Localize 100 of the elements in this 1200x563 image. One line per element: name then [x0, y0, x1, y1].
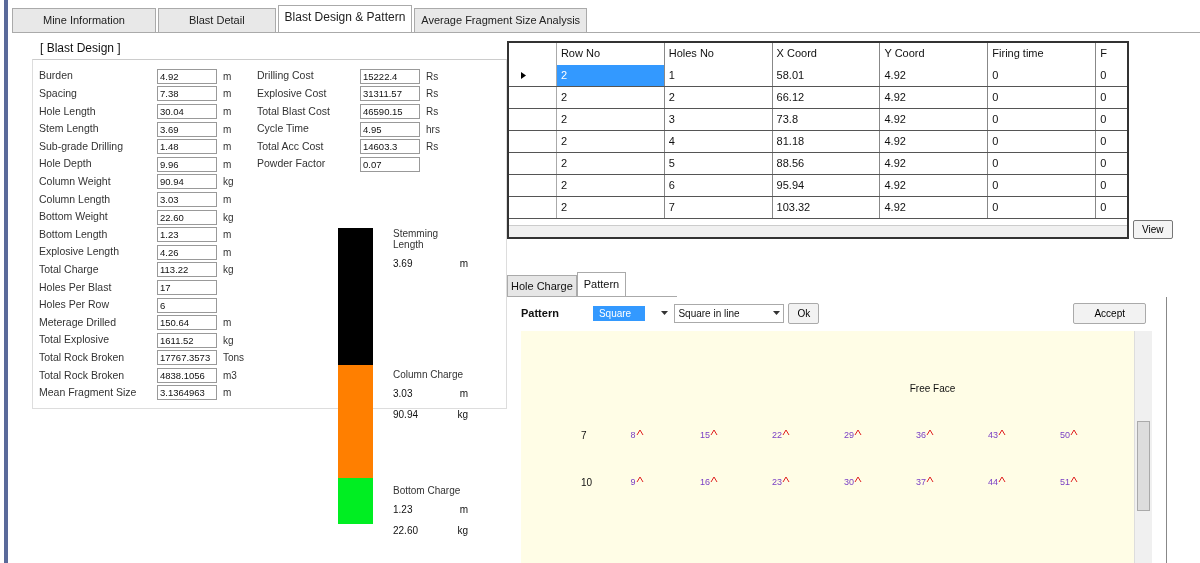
row-label: 7 [580, 429, 588, 443]
input-field[interactable]: 14603.3 [360, 139, 420, 155]
table-cell: 0 [988, 86, 1097, 108]
unit-label: m [222, 228, 233, 243]
column-header[interactable]: X Coord [772, 42, 881, 65]
input-field[interactable]: 4.92 [157, 68, 217, 84]
scrollbar[interactable] [509, 224, 1127, 237]
input-field[interactable]: 3.1364963 [157, 385, 217, 401]
hole-label: 37 [916, 475, 926, 489]
tab[interactable]: Hole Charge [507, 274, 577, 296]
input-field[interactable]: 7.38 [157, 86, 217, 102]
hole-marker-icon [998, 428, 1006, 437]
row-pointer-icon [521, 71, 526, 79]
table-cell: 0 [988, 174, 1097, 196]
column-header[interactable]: Row No [556, 42, 665, 65]
table-cell: 4.92 [880, 196, 989, 218]
unit-label: m [222, 245, 233, 260]
row-label: 10 [580, 476, 594, 490]
field-label: Hole Depth [39, 156, 93, 172]
table-cell: 3 [664, 108, 773, 130]
tab[interactable]: Blast Design & Pattern [277, 5, 413, 32]
input-field[interactable]: 1.23 [157, 227, 217, 243]
input-field[interactable]: 90.94 [157, 174, 217, 190]
scrollbar[interactable] [1134, 331, 1152, 563]
input-field[interactable]: 3.03 [157, 191, 217, 207]
table-cell-text: 0 [1099, 133, 1108, 149]
hole-label: 29 [844, 428, 854, 442]
table-cell: 4.92 [880, 174, 989, 196]
hole-label: 23 [772, 475, 782, 489]
input-field[interactable]: 30.04 [157, 104, 217, 119]
tab[interactable]: Mine Information [12, 8, 156, 32]
column-header[interactable]: Holes No [664, 42, 773, 65]
input-field[interactable]: 3.69 [157, 121, 217, 137]
table-cell: 81.18 [772, 130, 881, 152]
column-header[interactable]: Firing time [988, 42, 1097, 65]
hole-label: 15 [700, 428, 710, 442]
input-field[interactable]: 17767.3573 [157, 350, 217, 366]
scroll-thumb[interactable] [1137, 421, 1150, 511]
table-cell: 5 [664, 152, 773, 174]
hole-marker-icon [926, 475, 934, 484]
input-field[interactable]: 4.26 [157, 244, 217, 260]
field-label: Cycle Time [257, 121, 310, 137]
field-label: Hole Length [39, 103, 97, 119]
unit-label: kg [222, 333, 235, 348]
input-field[interactable]: 4.95 [360, 121, 420, 137]
table-cell: 0 [988, 152, 1097, 174]
column-header[interactable]: F [1096, 42, 1127, 65]
unit-label: kg [222, 175, 235, 190]
column-header[interactable]: Y Coord [880, 42, 989, 65]
hole-label: 36 [916, 428, 926, 442]
input-field[interactable]: 4838.1056 [157, 367, 217, 383]
tab[interactable]: Blast Detail [157, 8, 276, 32]
input-field[interactable]: 6 [157, 297, 217, 313]
unit-label: hrs [425, 122, 441, 137]
table-cell: 2 [556, 152, 665, 174]
ok-button[interactable]: Ok [788, 302, 820, 324]
table-cell-text: 0 [1099, 177, 1108, 193]
hole-label: 51 [1060, 475, 1070, 489]
hole-label: 43 [988, 428, 998, 442]
field-label: Bottom Weight [39, 209, 109, 225]
hole-marker-icon [782, 475, 790, 484]
unit-label: m [222, 386, 233, 401]
unit-label: Rs [425, 140, 440, 155]
dropdown[interactable]: Square in line [674, 303, 785, 323]
tab[interactable]: Average Fragment Size Analysis [414, 8, 588, 32]
tab[interactable]: Pattern [576, 271, 627, 296]
unit-label: Rs [425, 69, 440, 84]
hole-marker-icon [1070, 475, 1078, 484]
table-cell: 2 [556, 86, 665, 108]
table-cell: 0 [988, 130, 1097, 152]
table-cell-text: 0 [1099, 89, 1108, 105]
accept-button[interactable]: Accept [1073, 302, 1146, 324]
input-field[interactable]: 31311.57 [360, 86, 420, 102]
input-field[interactable]: 1611.52 [157, 332, 217, 348]
table-cell: 2 [556, 130, 665, 152]
unit-label: m [459, 502, 468, 517]
unit-label: m [222, 192, 233, 207]
unit-label: Rs [425, 105, 440, 119]
input-field[interactable]: 1.48 [157, 139, 217, 155]
unit-label: kg [222, 263, 235, 278]
input-field[interactable]: 113.22 [157, 262, 217, 278]
input-field[interactable]: 150.64 [157, 315, 217, 331]
table-cell: 0 [988, 196, 1097, 218]
length-value: 3.69 [393, 256, 413, 271]
input-field[interactable]: 0.07 [360, 156, 420, 172]
segment-title: Bottom Charge [393, 484, 462, 496]
view-button[interactable]: View [1133, 219, 1173, 239]
unit-label: m3 [222, 368, 238, 383]
unit-label: Rs [425, 87, 440, 102]
unit-label: m [222, 316, 233, 331]
input-field[interactable]: 9.96 [157, 156, 217, 172]
input-field[interactable]: 17 [157, 279, 217, 295]
unit-label: m [222, 122, 233, 137]
hole-label: 50 [1060, 428, 1070, 442]
table-cell-text: 0 [1099, 67, 1108, 83]
input-field[interactable]: 46590.15 [360, 104, 420, 119]
hole-marker-icon [854, 475, 862, 484]
input-field[interactable]: 22.60 [157, 209, 217, 225]
group-title: [ Blast Design ] [39, 39, 122, 57]
input-field[interactable]: 15222.4 [360, 68, 420, 84]
